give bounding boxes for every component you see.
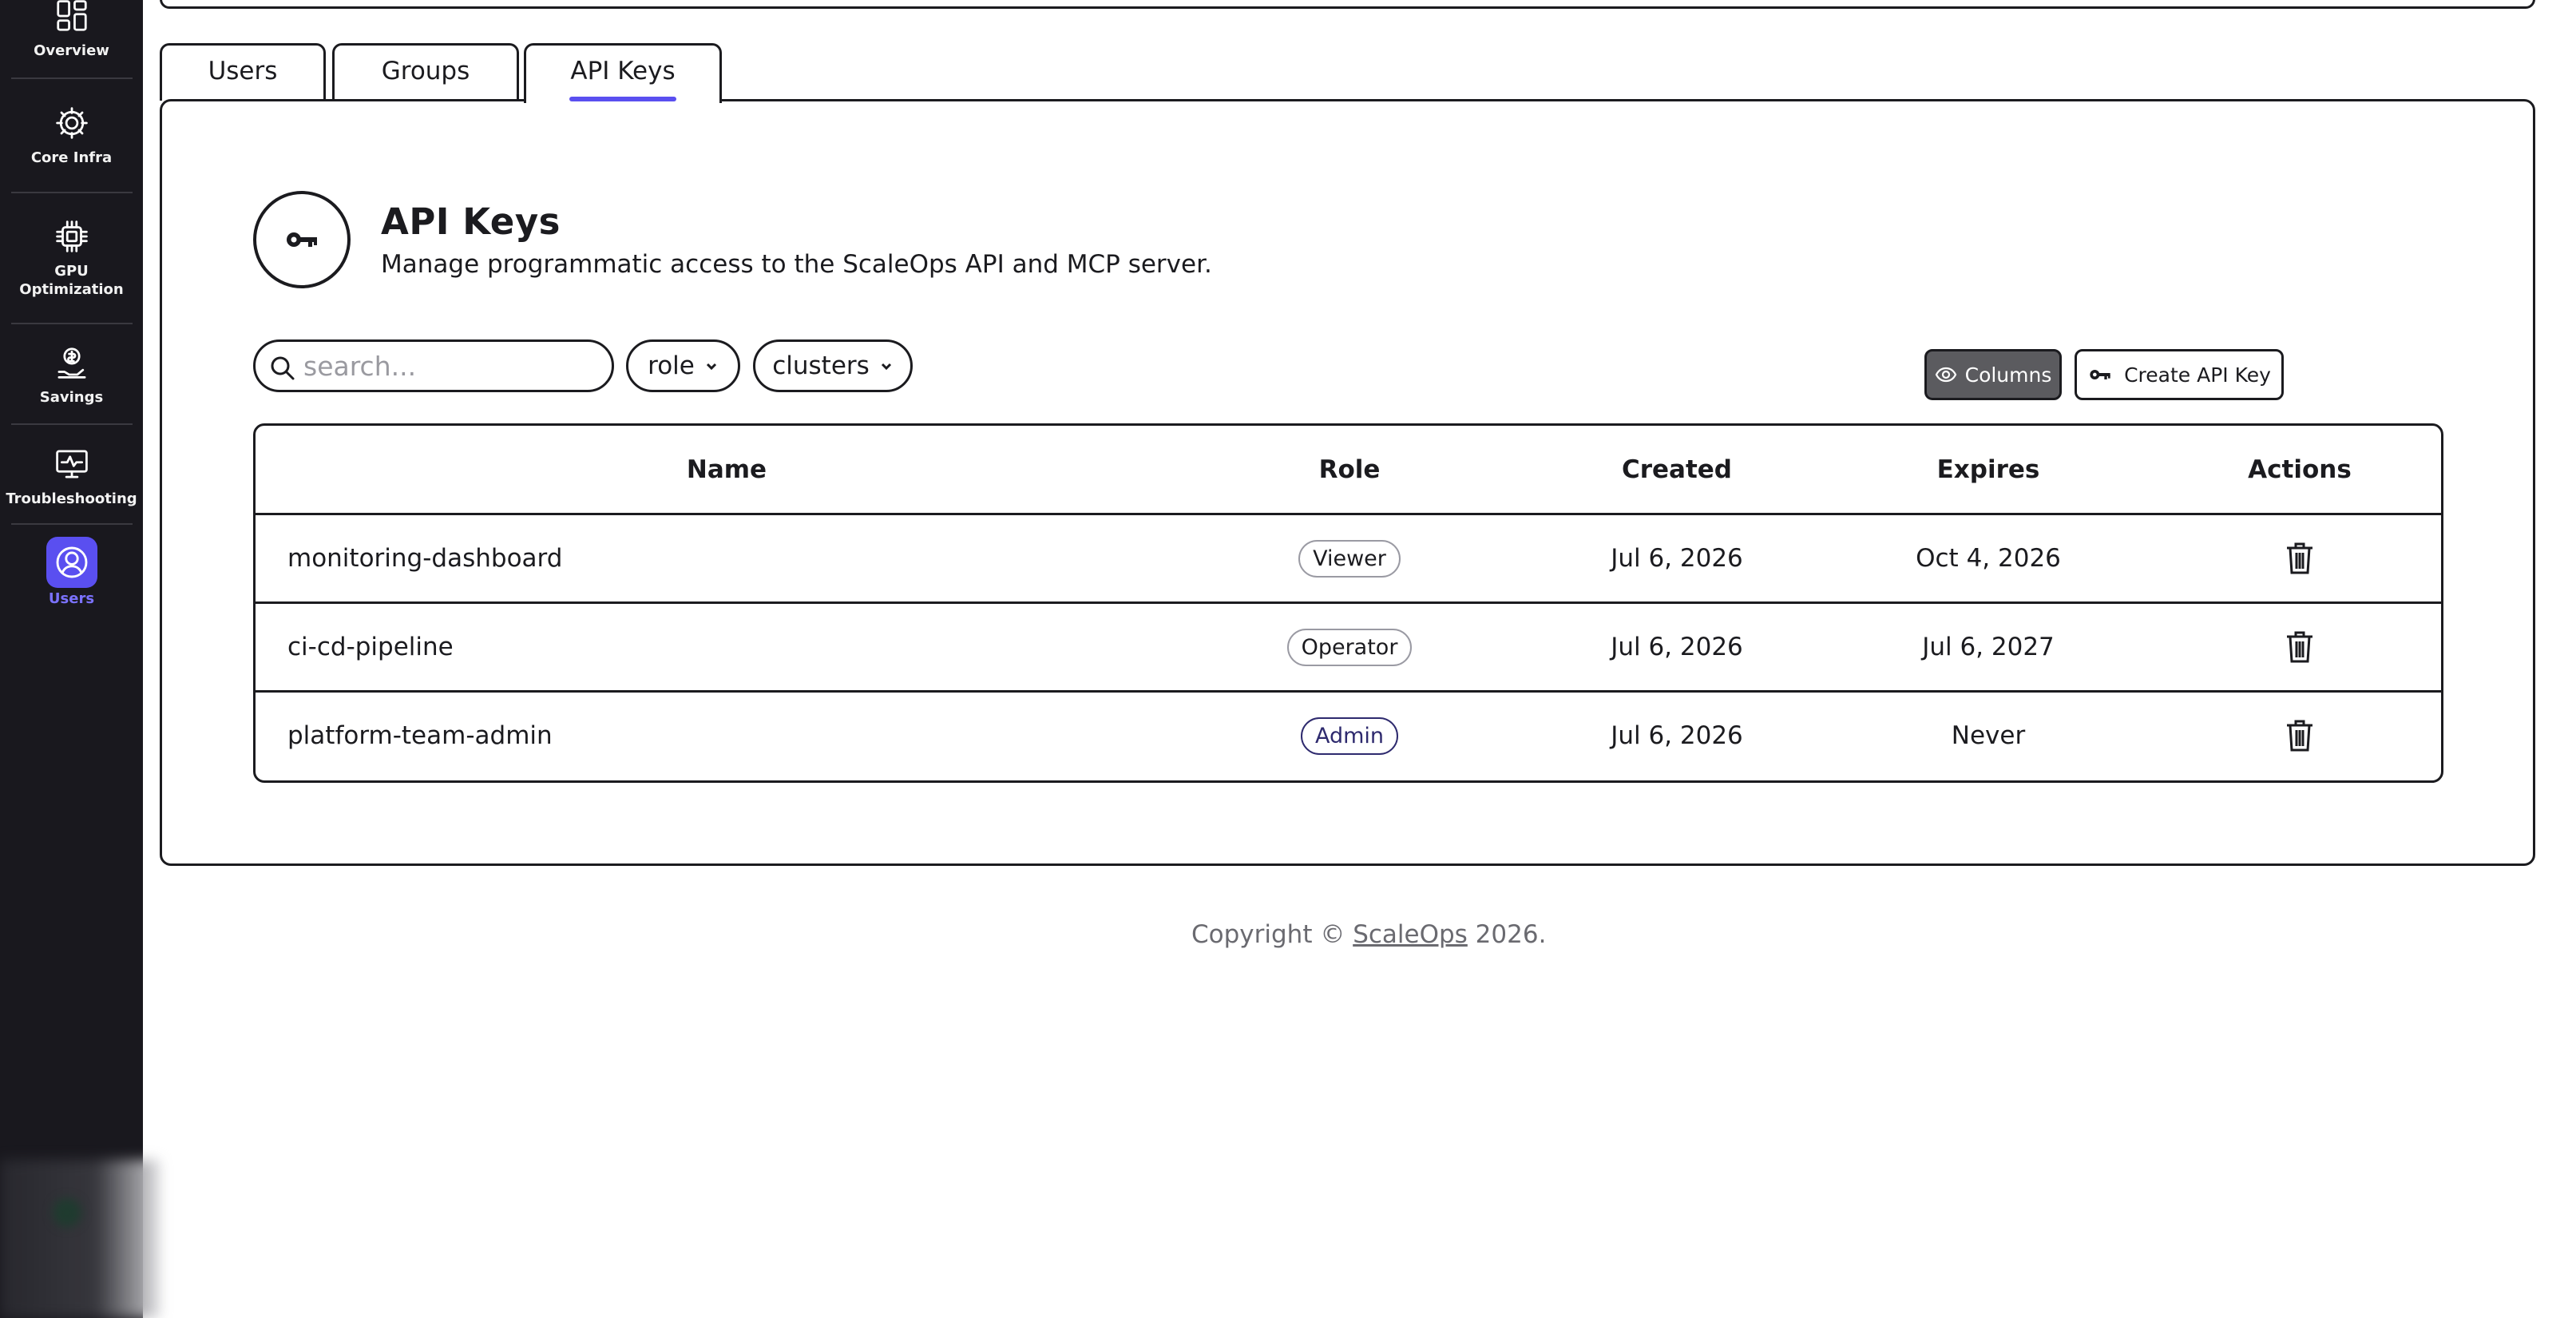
sidebar-item-label: Savings xyxy=(39,389,104,406)
sidebar-divider xyxy=(11,192,133,193)
sidebar: Overview Core Infra GPU Optimization Sav… xyxy=(0,0,160,1318)
api-keys-table: Name Role Created Expires Actions monito… xyxy=(253,423,2443,783)
columns-button-label: Columns xyxy=(1964,363,2052,387)
column-header-name[interactable]: Name xyxy=(256,426,1198,513)
sidebar-item-savings[interactable]: Savings xyxy=(0,342,143,407)
role-badge: Viewer xyxy=(1298,539,1401,578)
role-badge: Operator xyxy=(1286,628,1413,666)
created-date: Jul 6, 2026 xyxy=(1611,721,1743,750)
sidebar-item-users[interactable]: Users xyxy=(0,537,143,608)
tab-label: Users xyxy=(208,57,278,85)
footer-prefix: Copyright © xyxy=(1191,920,1353,949)
search-box[interactable] xyxy=(253,339,614,392)
columns-button[interactable]: Columns xyxy=(1924,349,2062,400)
sidebar-divider xyxy=(11,523,133,525)
tab-label: Groups xyxy=(381,57,470,85)
column-header-created[interactable]: Created xyxy=(1573,426,1781,513)
delete-button[interactable] xyxy=(2196,604,2404,690)
sidebar-item-troubleshooting[interactable]: Troubleshooting xyxy=(0,443,143,508)
sidebar-item-label: GPU Optimization xyxy=(19,263,124,298)
sidebar-item-label: Overview xyxy=(34,42,109,59)
money-hand-icon xyxy=(51,342,93,383)
top-card xyxy=(160,0,2535,9)
created-date: Jul 6, 2026 xyxy=(1611,544,1743,573)
sidebar-divider xyxy=(11,77,133,79)
tab-groups[interactable]: Groups xyxy=(332,43,519,101)
chip-icon xyxy=(51,216,93,257)
clusters-filter-label: clusters xyxy=(772,351,870,380)
key-name: monitoring-dashboard xyxy=(287,544,563,573)
column-header-expires[interactable]: Expires xyxy=(1884,426,2092,513)
sidebar-divider xyxy=(11,323,133,324)
footer-suffix: 2026. xyxy=(1467,920,1547,949)
page-title: API Keys xyxy=(381,200,561,243)
role-filter[interactable]: role xyxy=(626,339,740,392)
search-input[interactable] xyxy=(303,350,591,382)
tab-users[interactable]: Users xyxy=(160,43,326,101)
api-keys-panel: API Keys Manage programmatic access to t… xyxy=(160,99,2535,866)
key-icon-badge xyxy=(253,191,351,288)
column-header-role[interactable]: Role xyxy=(1262,426,1437,513)
table-row: platform-team-admin Admin Jul 6, 2026 Ne… xyxy=(256,693,2441,780)
chevron-down-icon xyxy=(881,363,891,371)
tab-label: API Keys xyxy=(569,57,676,103)
tab-label-text: API Keys xyxy=(570,57,676,85)
page-subtitle: Manage programmatic access to the ScaleO… xyxy=(381,250,1212,279)
trash-icon xyxy=(2287,631,2312,663)
key-name: platform-team-admin xyxy=(287,721,553,750)
sidebar-item-label: Core Infra xyxy=(30,149,113,166)
column-header-actions: Actions xyxy=(2248,455,2352,484)
blurred-avatar xyxy=(53,1198,81,1227)
search-icon xyxy=(271,356,295,380)
dashboard-icon xyxy=(51,0,93,37)
scaleops-link[interactable]: ScaleOps xyxy=(1353,920,1468,949)
delete-button[interactable] xyxy=(2196,693,2404,779)
tab-api-keys[interactable]: API Keys xyxy=(524,43,722,103)
table-row: ci-cd-pipeline Operator Jul 6, 2026 Jul … xyxy=(256,604,2441,693)
table-header: Name Role Created Expires Actions xyxy=(256,426,2441,515)
sidebar-item-label: Troubleshooting xyxy=(6,490,137,507)
sidebar-item-overview[interactable]: Overview xyxy=(0,0,143,60)
monitor-pulse-icon xyxy=(51,443,93,485)
table-row: monitoring-dashboard Viewer Jul 6, 2026 … xyxy=(256,515,2441,604)
chevron-down-icon xyxy=(706,363,716,371)
footer-copyright: Copyright © ScaleOps 2026. xyxy=(1191,920,1546,949)
expires-date: Never xyxy=(1951,721,2026,750)
role-badge: Admin xyxy=(1300,717,1399,755)
sidebar-divider xyxy=(11,423,133,425)
expires-date: Oct 4, 2026 xyxy=(1916,544,2061,573)
delete-button[interactable] xyxy=(2196,515,2404,601)
gear-icon xyxy=(51,102,93,144)
sidebar-item-core-infra[interactable]: Core Infra xyxy=(0,102,143,167)
created-date: Jul 6, 2026 xyxy=(1611,633,1743,661)
expires-date: Jul 6, 2027 xyxy=(1922,633,2055,661)
trash-icon xyxy=(2287,542,2312,574)
create-api-key-button[interactable]: Create API Key xyxy=(2075,349,2284,400)
key-icon xyxy=(287,232,317,247)
trash-icon xyxy=(2287,720,2312,752)
blurred-widget xyxy=(0,1160,160,1318)
sidebar-item-gpu-optimization[interactable]: GPU Optimization xyxy=(0,216,143,299)
key-name: ci-cd-pipeline xyxy=(287,633,454,661)
key-icon xyxy=(2090,370,2110,379)
create-api-key-label: Create API Key xyxy=(2124,363,2271,387)
active-tab-indicator xyxy=(569,97,676,101)
clusters-filter[interactable]: clusters xyxy=(753,339,913,392)
eye-icon xyxy=(1935,367,1956,383)
sidebar-item-label: Users xyxy=(48,590,95,607)
user-circle-icon xyxy=(46,537,97,588)
role-filter-label: role xyxy=(648,351,695,380)
